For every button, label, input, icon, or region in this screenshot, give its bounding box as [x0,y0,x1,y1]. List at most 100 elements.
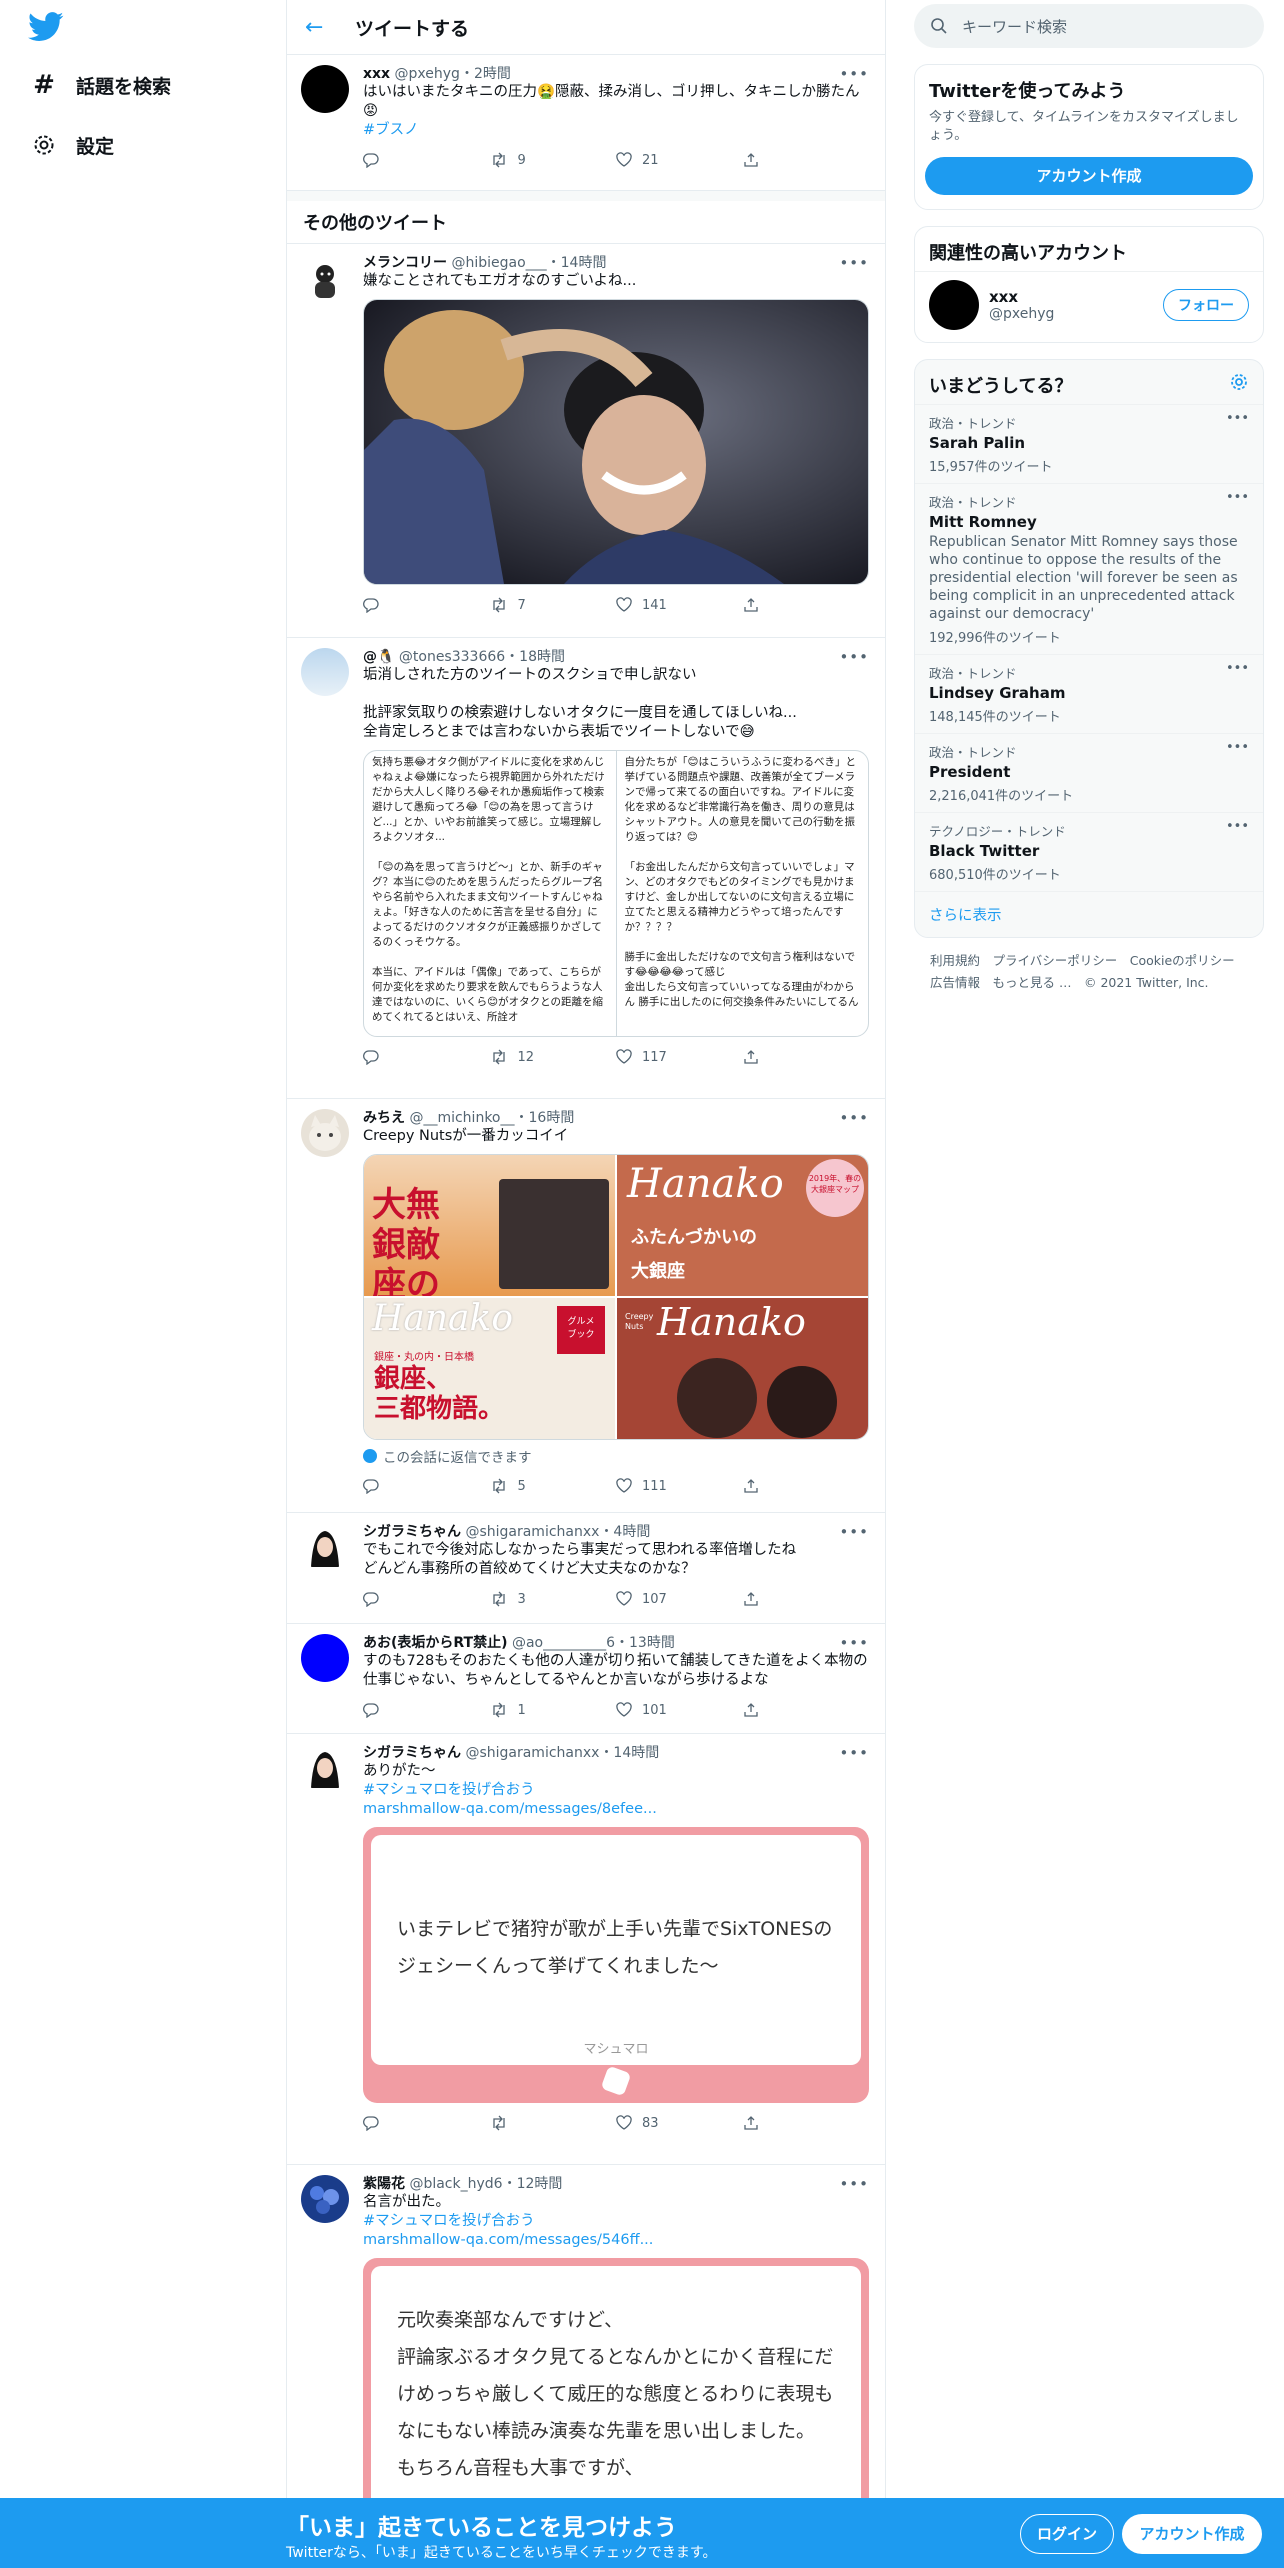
trend-item[interactable]: ••• 政治・トレンド Lindsey Graham 148,145件のツイート [915,654,1263,733]
magazine-cover-1[interactable]: 大無 銀敵 座の [364,1155,615,1296]
user-handle[interactable]: @shigaramichanxx [465,1524,599,1540]
more-icon[interactable]: ••• [839,254,869,272]
twitter-logo-icon[interactable] [28,12,64,44]
tweet[interactable]: ••• みちえ @__michinko__・16時間 Creepy Nutsが一… [287,1099,885,1513]
user-name[interactable]: シガラミちゃん [363,1524,461,1540]
share-button[interactable] [743,1049,870,1065]
more-icon[interactable]: ••• [1226,661,1249,676]
retweet-button[interactable]: 1 [490,1702,617,1718]
user-name[interactable]: シガラミちゃん [363,1745,461,1761]
retweet-button[interactable]: 9 [490,152,617,168]
user-handle[interactable]: @__michinko__ [409,1110,514,1126]
like-button[interactable]: 107 [616,1591,743,1607]
follow-button[interactable]: フォロー [1163,289,1249,321]
show-more-link[interactable]: さらに表示 [915,891,1263,937]
more-icon[interactable]: ••• [839,1523,869,1541]
tweet-time[interactable]: ・4時間 [599,1524,650,1540]
search-input[interactable]: キーワード検索 [962,16,1067,37]
more-icon[interactable]: ••• [839,1744,869,1762]
hashtag-link[interactable]: #マシュマロを投げ合おう [363,2212,869,2231]
share-button[interactable] [743,2115,870,2131]
avatar[interactable] [301,254,349,302]
more-icon[interactable]: ••• [839,65,869,83]
user-name[interactable]: @🐧 [363,649,394,665]
settings-gear-icon[interactable] [1229,372,1249,396]
tweet-photo[interactable] [363,299,869,585]
reply-button[interactable] [363,2115,490,2131]
reply-button[interactable] [363,1591,490,1607]
user-name[interactable]: 紫陽花 [363,2176,405,2192]
reply-button[interactable] [363,597,490,613]
tweet[interactable]: ••• シガラミちゃん @shigaramichanxx・4時間 でもこれで今後… [287,1513,885,1624]
related-account[interactable]: xxx @pxehyg フォロー [915,271,1263,342]
reply-button[interactable] [363,1478,490,1494]
footer-line-2[interactable]: 広告情報 もっと見る … © 2021 Twitter, Inc. [930,972,1248,994]
user-name[interactable]: xxx [363,66,390,82]
share-button[interactable] [743,597,870,613]
like-button[interactable]: 111 [616,1478,743,1494]
retweet-button[interactable] [490,2115,617,2131]
trend-item[interactable]: ••• 政治・トレンド Mitt Romney Republican Senat… [915,483,1263,654]
signup-button[interactable]: アカウント作成 [1122,2514,1262,2554]
like-button[interactable]: 141 [616,597,743,613]
login-button[interactable]: ログイン [1020,2514,1114,2554]
marshmallow-card[interactable]: いまテレビで猪狩が歌が上手い先輩でSixTONESのジェシーくんって挙げてくれま… [363,1827,869,2103]
nav-settings[interactable]: 設定 [30,123,114,167]
like-button[interactable]: 21 [616,152,743,168]
footer-line-1[interactable]: 利用規約 プライバシーポリシー Cookieのポリシー [930,950,1248,972]
create-account-button[interactable]: アカウント作成 [925,157,1253,195]
more-icon[interactable]: ••• [839,648,869,666]
more-icon[interactable]: ••• [839,1634,869,1652]
retweet-button[interactable]: 7 [490,597,617,613]
related-name[interactable]: xxx [989,288,1163,306]
magazine-cover-2[interactable]: Hanako ふたんづかいの 大銀座 2019年、春の 大銀座マップ [617,1155,868,1296]
trend-item[interactable]: ••• 政治・トレンド President 2,216,041件のツイート [915,733,1263,812]
hashtag-link[interactable]: #マシュマロを投げ合おう [363,1781,869,1800]
more-icon[interactable]: ••• [1226,490,1249,505]
user-handle[interactable]: @shigaramichanxx [465,1745,599,1761]
share-button[interactable] [743,1478,870,1494]
more-icon[interactable]: ••• [839,2175,869,2193]
user-handle[interactable]: @tones333666 [399,649,505,665]
more-icon[interactable]: ••• [1226,411,1249,426]
hashtag-link[interactable]: #ブスノ [363,121,869,140]
share-button[interactable] [743,152,870,168]
tweet-time[interactable]: ・14時間 [547,255,607,271]
avatar[interactable] [301,65,349,113]
tweet[interactable]: ••• あお(表垢からRT禁止) @ao_________6・13時間 すのも7… [287,1624,885,1734]
more-icon[interactable]: ••• [839,1109,869,1127]
tweet-time[interactable]: ・2時間 [460,66,511,82]
user-handle[interactable]: @pxehyg [395,66,460,82]
avatar[interactable] [301,2175,349,2223]
tweet-time[interactable]: ・16時間 [515,1110,575,1126]
tweet-time[interactable]: ・18時間 [505,649,565,665]
like-button[interactable]: 101 [616,1702,743,1718]
external-link[interactable]: marshmallow-qa.com/messages/8efee... [363,1800,869,1819]
retweet-button[interactable]: 12 [490,1049,617,1065]
tweet-time[interactable]: ・14時間 [599,1745,659,1761]
avatar[interactable] [301,648,349,696]
search-box[interactable]: キーワード検索 [914,4,1264,48]
user-name[interactable]: メランコリー [363,255,447,271]
share-button[interactable] [743,1591,870,1607]
magazine-cover-3[interactable]: Hanako 銀座・丸の内・日本橋 銀座、 三都物語。 グルメ ブック [364,1298,615,1439]
user-handle[interactable]: @black_hyd6 [409,2176,502,2192]
nav-explore[interactable]: # 話題を検索 [30,63,171,107]
back-arrow-icon[interactable]: ← [305,15,333,40]
user-name[interactable]: あお(表垢からRT禁止) [363,1635,508,1651]
more-icon[interactable]: ••• [1226,740,1249,755]
user-handle[interactable]: @hibiegao___ [451,255,546,271]
tweet[interactable]: ••• メランコリー @hibiegao___・14時間 嫌なことされてもエガオ… [287,244,885,638]
avatar[interactable] [929,280,979,330]
user-handle[interactable]: @ao_________6 [512,1635,615,1651]
retweet-button[interactable]: 3 [490,1591,617,1607]
magazine-cover-4[interactable]: Hanako Creepy Nuts [617,1298,868,1439]
tweet-photo-grid[interactable]: 大無 銀敵 座の Hanako ふたんづかいの 大銀座 2019年、春の 大銀座… [363,1154,869,1440]
like-button[interactable]: 83 [616,2115,743,2131]
external-link[interactable]: marshmallow-qa.com/messages/546ff... [363,2231,869,2250]
trend-item[interactable]: ••• 政治・トレンド Sarah Palin 15,957件のツイート [915,404,1263,483]
main-tweet[interactable]: ••• xxx @pxehyg・2時間 はいはいまたタキニの圧力🤮隠蔽、揉み消し… [287,55,885,191]
share-button[interactable] [743,1702,870,1718]
user-name[interactable]: みちえ [363,1110,405,1126]
tweet-time[interactable]: ・13時間 [615,1635,675,1651]
